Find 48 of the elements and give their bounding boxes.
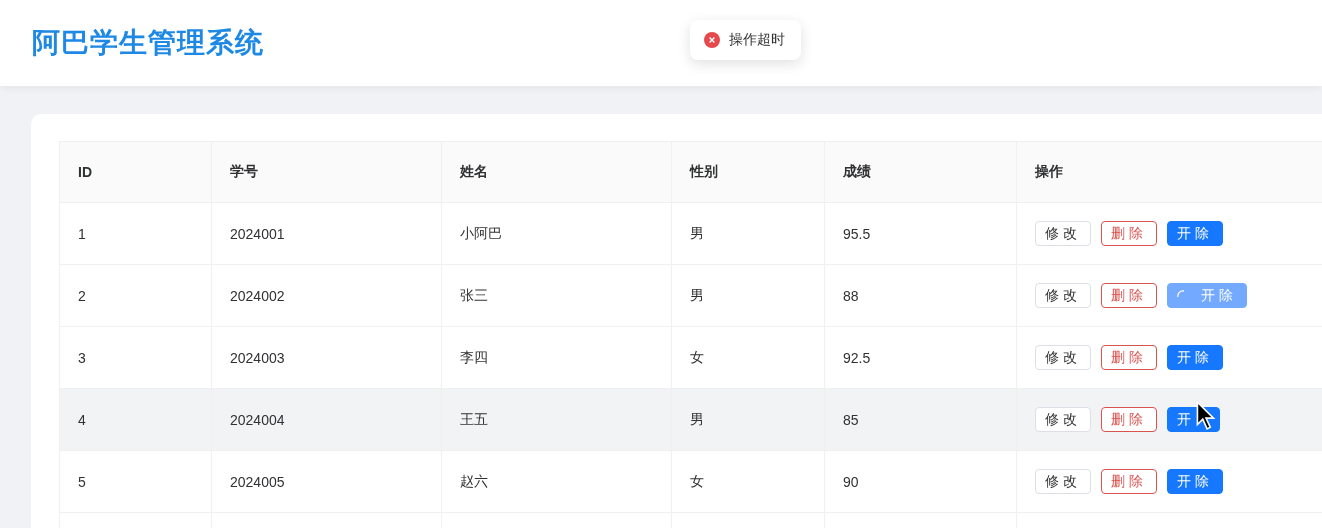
column-header: 姓名	[441, 141, 672, 203]
table-cell: 88	[824, 264, 1017, 327]
table-cell: 男	[671, 388, 825, 451]
table-cell: 李四	[441, 326, 672, 389]
column-header: 成绩	[824, 141, 1017, 203]
expel-button[interactable]: 开除	[1167, 283, 1247, 308]
edit-button[interactable]: 修改	[1035, 221, 1091, 246]
delete-button[interactable]: 删除	[1101, 221, 1157, 246]
column-header: ID	[59, 141, 212, 203]
delete-button[interactable]: 删除	[1101, 345, 1157, 370]
table-cell: 2	[59, 264, 212, 327]
delete-button[interactable]: 删除	[1101, 407, 1157, 432]
edit-button[interactable]: 修改	[1035, 345, 1091, 370]
delete-button[interactable]: 删除	[1101, 469, 1157, 494]
table-cell: 2024003	[211, 326, 442, 389]
table-cell: 5	[59, 450, 212, 513]
table-cell: 95.5	[824, 202, 1017, 265]
table-cell: 2024005	[211, 450, 442, 513]
table-cell: 85	[824, 388, 1017, 451]
delete-button[interactable]: 删除	[1101, 283, 1157, 308]
edit-button[interactable]: 修改	[1035, 407, 1091, 432]
expel-button[interactable]: 开除	[1167, 221, 1223, 246]
expel-button[interactable]: 开除	[1167, 469, 1223, 494]
table-cell: 2024001	[211, 202, 442, 265]
table-cell: 2024004	[211, 388, 442, 451]
table-cell: 1	[59, 202, 212, 265]
table-cell: 92.5	[824, 326, 1017, 389]
app-title: 阿巴学生管理系统	[32, 26, 264, 60]
table-cell: 赵六	[441, 450, 672, 513]
table-cell: 男	[671, 202, 825, 265]
column-header: 性别	[671, 141, 825, 203]
column-header: 学号	[211, 141, 442, 203]
expel-button[interactable]: 开除	[1167, 345, 1223, 370]
table-cell: 90	[824, 450, 1017, 513]
table-cell: 王五	[441, 388, 672, 451]
edit-button[interactable]: 修改	[1035, 283, 1091, 308]
edit-button[interactable]: 修改	[1035, 469, 1091, 494]
table-cell: 小阿巴	[441, 202, 672, 265]
table-cell: 女	[671, 326, 825, 389]
table-cell: 4	[59, 388, 212, 451]
table-cell: 张三	[441, 264, 672, 327]
toast-text: 操作超时	[729, 31, 785, 49]
table-cell: 3	[59, 326, 212, 389]
table-cell: 2024002	[211, 264, 442, 327]
table-cell: 男	[671, 264, 825, 327]
error-icon	[704, 32, 720, 48]
table-cell: 女	[671, 450, 825, 513]
column-header: 操作	[1016, 141, 1322, 203]
